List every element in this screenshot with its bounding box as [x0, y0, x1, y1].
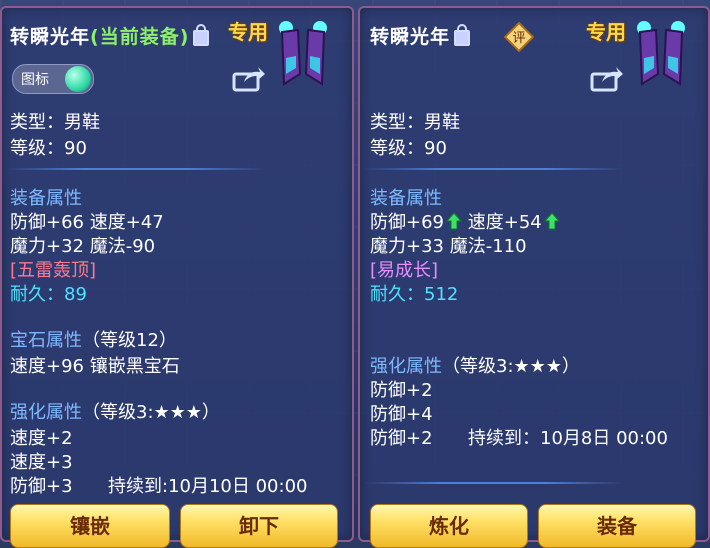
lock-icon[interactable] [193, 24, 210, 46]
stat-up-arrow-icon [446, 212, 462, 230]
item-type: 类型：男鞋 [10, 112, 100, 133]
divider [6, 168, 266, 170]
enhance-level: （等级3:★★★） [82, 402, 220, 423]
divider [364, 168, 624, 170]
enhance-stat: 防御+2 [370, 428, 433, 449]
durability-label: 耐久： [10, 284, 64, 305]
gem-stat: 速度+96 镶嵌黑宝石 [10, 356, 180, 377]
divider [364, 482, 624, 484]
stat-speed: 速度+54 [467, 212, 542, 233]
stat-defense: 防御+69 [370, 212, 444, 233]
item-title: 转瞬光年 [370, 22, 471, 49]
icon-toggle[interactable]: 图标 [12, 64, 94, 94]
enhance-stat: 速度+3 [10, 452, 73, 473]
boots-item-icon [637, 21, 685, 86]
durability-label: 耐久： [370, 284, 424, 305]
gem-attr-header: 宝石属性 [10, 330, 82, 351]
stat-line: 魔力+33 魔法-110 [370, 236, 527, 257]
item-name: 转瞬光年 [10, 26, 91, 48]
toggle-knob [65, 66, 91, 92]
refine-button[interactable]: 炼化 [370, 504, 528, 548]
equip-button[interactable]: 装备 [538, 504, 696, 548]
stat-up-arrow-icon [543, 212, 560, 230]
enhance-stat: 防御+3 [10, 476, 73, 497]
stat-line: 防御+69 速度+54 [370, 208, 560, 234]
boots-item-icon [279, 21, 327, 86]
share-icon[interactable] [232, 66, 266, 92]
item-level: 等级：90 [10, 138, 87, 159]
rating-label: 评 [512, 31, 525, 46]
enhance-attr-header: 强化属性 [370, 356, 442, 377]
enhance-duration: 持续到:10月10日 00:00 [108, 476, 308, 497]
enhance-stat: 防御+2 [370, 380, 433, 401]
lock-icon[interactable] [454, 24, 471, 46]
item-name: 转瞬光年 [370, 26, 451, 48]
unequip-button[interactable]: 卸下 [180, 504, 338, 548]
stat-line: 防御+66 速度+47 [10, 212, 164, 233]
gem-level: （等级12） [82, 330, 177, 351]
equipped-item-panel: 转瞬光年(当前装备) 专用 图标 类型：男鞋 等级：90 装备属性 防御+66 … [0, 6, 354, 548]
enhance-stat: 速度+2 [10, 428, 73, 449]
inlay-button[interactable]: 镶嵌 [10, 504, 170, 548]
share-icon[interactable] [590, 66, 624, 92]
equipped-status: (当前装备) [90, 26, 190, 48]
equip-attr-header: 装备属性 [10, 188, 82, 209]
enhance-level: （等级3:★★★） [442, 356, 580, 377]
enhance-attr-header: 强化属性 [10, 402, 82, 423]
durability-value: 89 [64, 284, 87, 305]
special-badge: 专用 [228, 20, 268, 44]
special-badge: 专用 [586, 20, 626, 44]
item-type: 类型：男鞋 [370, 112, 460, 133]
special-skill: [易成长] [370, 260, 439, 281]
special-skill: [五雷轰顶] [10, 260, 97, 281]
compare-item-panel: 转瞬光年 评 专用 类型：男鞋 等级：90 装备属性 防御+69 速度+54 魔… [358, 6, 710, 548]
enhance-duration: 持续到：10月8日 00:00 [468, 428, 668, 449]
enhance-stat: 防御+4 [370, 404, 433, 425]
equip-attr-header: 装备属性 [370, 188, 442, 209]
durability-value: 512 [424, 284, 459, 305]
rating-icon[interactable]: 评 [504, 22, 534, 52]
item-level: 等级：90 [370, 138, 447, 159]
item-title: 转瞬光年(当前装备) [10, 22, 210, 49]
icon-toggle-label: 图标 [21, 72, 49, 88]
stat-line: 魔力+32 魔法-90 [10, 236, 156, 257]
